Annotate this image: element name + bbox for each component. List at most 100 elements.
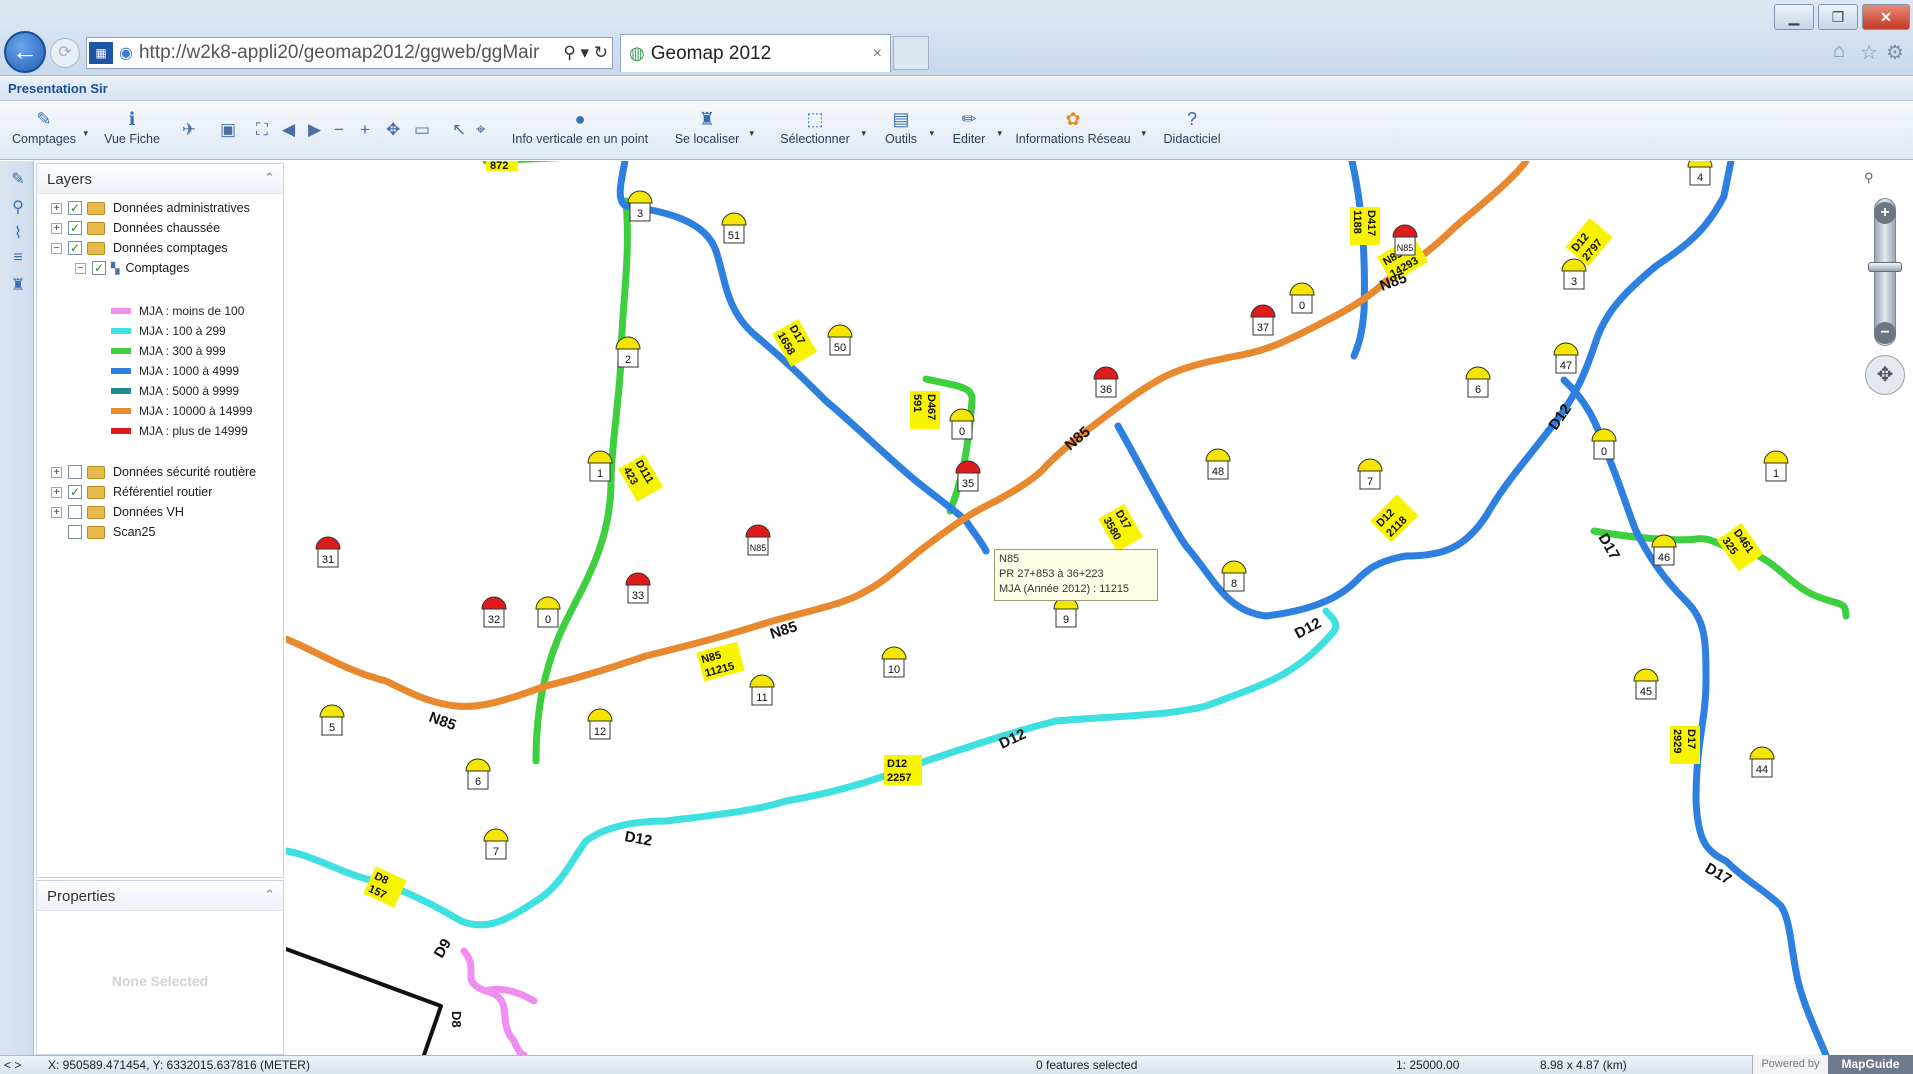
layer-group-comptages[interactable]: − ✓ Données comptages [51,238,228,258]
pr-marker[interactable]: 1 [587,450,613,482]
expand-icon[interactable]: + [51,506,62,518]
measure-icon[interactable]: ⌖ [476,120,486,140]
pr-marker[interactable]: 6 [465,758,491,790]
tab-geomap[interactable]: ◍ Geomap 2012 × [620,34,891,72]
new-tab-button[interactable] [893,36,929,70]
pan-tool-icon[interactable]: ✈ [182,120,196,140]
zoom-out-icon[interactable]: − [334,120,344,140]
home-icon[interactable]: ⌂ [1833,40,1845,63]
edit-task-icon[interactable]: ⌇ [7,223,29,245]
map-view[interactable]: 872 D417 1188 N85 1 4 2 9 3 D17 1 6 5 8 D467 591 D1… [286,161,1913,1055]
layer-scan25[interactable]: Scan25 [68,522,155,542]
layer-group-referentiel[interactable]: + ✓ Référentiel routier [51,482,212,502]
close-tab-icon[interactable]: × [873,45,882,63]
pr-marker[interactable]: 51 [721,212,747,244]
pointer-icon[interactable]: ↖ [452,120,466,140]
vue-fiche-button[interactable]: ℹ Vue Fiche [96,106,168,156]
close-window-button[interactable]: ✕ [1862,4,1910,30]
pr-marker[interactable]: 12 [587,708,613,740]
comptages-task-icon[interactable]: ✎ [7,169,29,191]
zoom-in-icon[interactable]: + [360,120,370,140]
collapse-icon[interactable]: ⌃ [264,887,275,903]
refresh-icon[interactable]: ⟳ [50,38,80,68]
pr-marker[interactable]: 7 [1357,458,1383,490]
pr-marker[interactable]: 44 [1749,746,1775,778]
zoom-selection-icon[interactable]: ✥ [386,120,400,140]
editer-button[interactable]: ✏ Editer ▾ [944,106,1002,156]
pr-marker[interactable]: 48 [1205,448,1231,480]
pr-marker[interactable]: 2 [615,336,641,368]
layer-checkbox[interactable] [68,465,82,479]
search-dropdown-icon[interactable]: ⚲ ▾ ↻ [563,43,608,63]
url-text[interactable]: http://w2k8-appli20/geomap2012/ggweb/ggM… [139,42,559,64]
nav-arrows-icon[interactable]: < > [4,1058,21,1072]
expand-icon[interactable]: + [51,466,62,478]
layer-checkbox[interactable]: ✓ [68,221,82,235]
collapse-icon[interactable]: ⌃ [264,170,275,186]
layer-checkbox[interactable] [68,505,82,519]
minimize-button[interactable]: ▁ [1774,4,1814,30]
pr-marker[interactable]: 47 [1553,342,1579,374]
pr-marker[interactable]: N85 [745,524,771,556]
pr-marker[interactable]: 0 [1289,282,1315,314]
selectionner-button[interactable]: ⬚ Sélectionner ▾ [772,106,866,156]
pr-marker[interactable]: 46 [1651,534,1677,566]
pr-marker[interactable]: 3 [627,190,653,222]
pr-marker[interactable]: 37 [1250,304,1276,336]
previous-view-icon[interactable]: ◀ [282,120,295,140]
zoom-out-button[interactable]: − [1874,322,1896,344]
pr-marker[interactable]: 8 [1221,560,1247,592]
list-icon[interactable]: ≡ [7,249,29,271]
layer-comptages[interactable]: − ✓ ▚ Comptages [75,258,189,278]
magnifier-icon[interactable]: ⚲ [1864,170,1874,186]
pr-marker[interactable]: 45 [1633,668,1659,700]
pr-marker[interactable]: 0 [949,408,975,440]
pr-marker[interactable]: 10 [881,646,907,678]
address-bar[interactable]: ▦ ◉ http://w2k8-appli20/geomap2012/ggweb… [86,37,613,69]
search-task-icon[interactable]: ♜ [7,275,29,297]
pr-marker[interactable]: N85 [1392,224,1418,256]
pr-marker[interactable]: 6 [1465,366,1491,398]
outils-button[interactable]: ▤ Outils ▾ [876,106,934,156]
comptages-button[interactable]: ✎ Comptages ▾ [8,106,88,156]
zoom-rectangle-icon[interactable]: ▭ [414,120,430,140]
pr-marker[interactable]: 4 [1687,161,1713,186]
layer-checkbox[interactable]: ✓ [92,261,106,275]
pr-marker[interactable]: 9 [1053,596,1079,628]
map-canvas[interactable]: 872 D4171188 N85 1 4 2 9 3 D17 1 6 5 8 D467591 D1… [286,161,1913,1055]
save-icon[interactable]: ▣ [220,120,236,140]
pr-marker[interactable]: 0 [535,596,561,628]
pr-marker[interactable]: 36 [1093,366,1119,398]
favorites-icon[interactable]: ☆ [1860,40,1878,65]
informations-reseau-button[interactable]: ✿ Informations Réseau ▾ [1008,106,1146,156]
collapse-tree-icon[interactable]: − [75,262,86,274]
zoom-in-button[interactable]: + [1874,202,1896,224]
layer-group-vh[interactable]: + Données VH [51,502,184,522]
pan-control-icon[interactable]: ✥ [1865,355,1905,395]
expand-icon[interactable]: + [51,202,62,214]
pr-marker[interactable]: 0 [1591,428,1617,460]
maximize-button[interactable]: ❐ [1818,4,1858,30]
se-localiser-button[interactable]: ♜ Se localiser ▾ [668,106,754,156]
pr-marker[interactable]: 5 [319,704,345,736]
zoom-slider-knob[interactable] [1868,262,1902,272]
layer-checkbox[interactable]: ✓ [68,241,82,255]
layer-group-securite[interactable]: + Données sécurité routière [51,462,256,482]
pr-marker[interactable]: 33 [625,572,651,604]
zoom-extent-icon[interactable]: ⛶ [256,120,268,140]
collapse-tree-icon[interactable]: − [51,242,62,254]
pr-marker[interactable]: 11 [749,674,775,706]
layer-checkbox[interactable]: ✓ [68,201,82,215]
layer-checkbox[interactable]: ✓ [68,485,82,499]
pr-marker[interactable]: 32 [481,596,507,628]
next-view-icon[interactable]: ▶ [308,120,321,140]
pr-marker[interactable]: 35 [955,460,981,492]
didacticiel-button[interactable]: ? Didacticiel [1160,106,1224,156]
pr-marker[interactable]: 31 [315,536,341,568]
settings-gear-icon[interactable]: ⚙ [1886,40,1904,65]
back-button[interactable]: ← [4,31,46,73]
filter-icon[interactable]: ⚲ [7,197,29,219]
pr-marker[interactable]: 3 [1561,258,1587,290]
pr-marker[interactable]: 7 [483,828,509,860]
zoom-control[interactable]: ⚲ + − ✥ [1862,170,1908,400]
